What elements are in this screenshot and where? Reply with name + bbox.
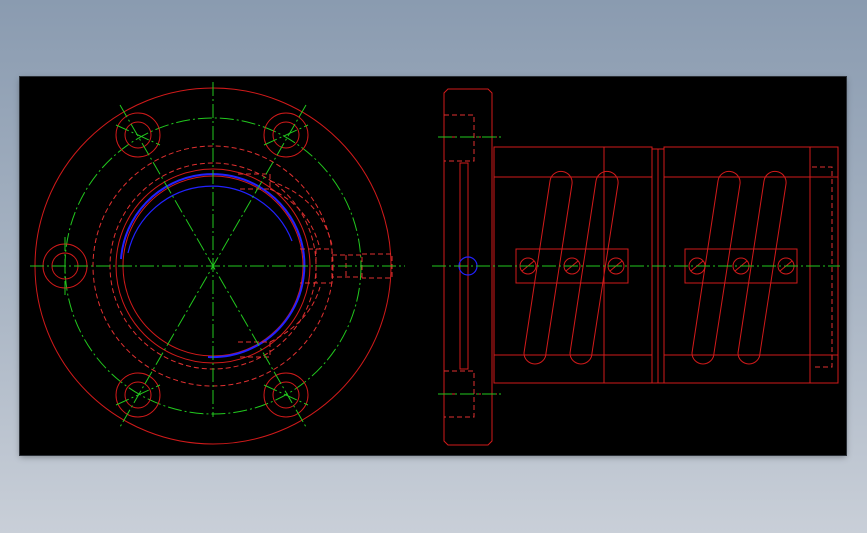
bolt-center-mark-tr: [263, 124, 309, 146]
bore-blue-arc-right: [207, 236, 306, 359]
cad-drawing-canvas: .o { fill: none; stroke: #d11a1a; stroke…: [30, 82, 840, 446]
hidden-end-seal: [812, 166, 833, 368]
hidden-return-port-lower: [238, 286, 321, 358]
front-view-flange: [30, 82, 405, 445]
cad-drawing-viewport[interactable]: .o { fill: none; stroke: #d11a1a; stroke…: [20, 77, 846, 455]
side-view-ball-nut: [432, 88, 840, 446]
bolt-center-mark-tl: [115, 124, 161, 146]
bore-blue-arc-top: [120, 173, 301, 260]
bolt-center-mark-br: [263, 384, 309, 406]
